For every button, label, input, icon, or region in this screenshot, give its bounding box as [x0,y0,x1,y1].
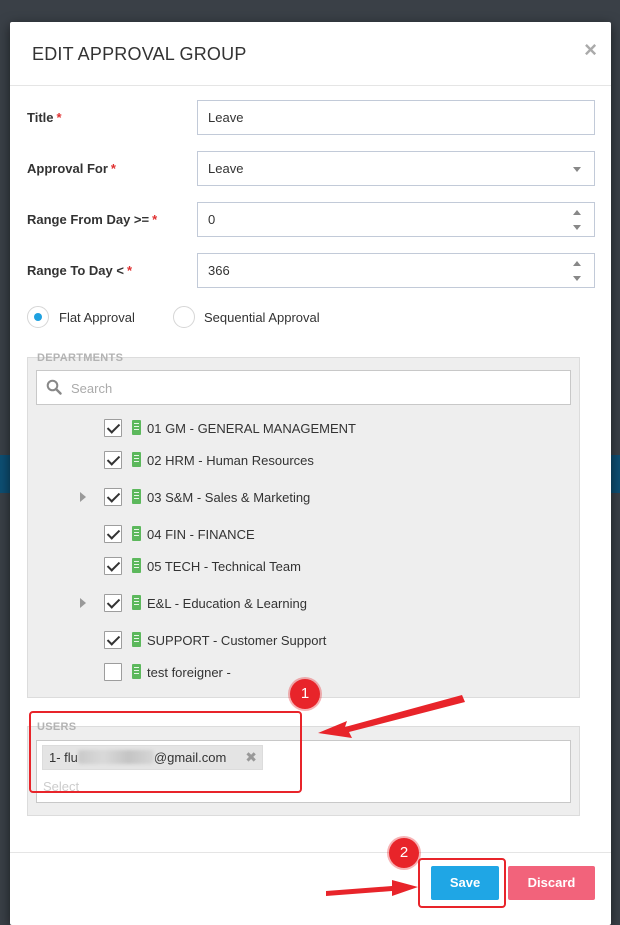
annotation-step-1: 1 [290,679,320,709]
annotation-step-2: 2 [389,838,419,868]
annotation-box-save [418,858,506,908]
annotation-arrow-2 [326,880,418,896]
annotation-box-users [29,711,302,793]
annotation-arrow-1 [318,695,465,738]
